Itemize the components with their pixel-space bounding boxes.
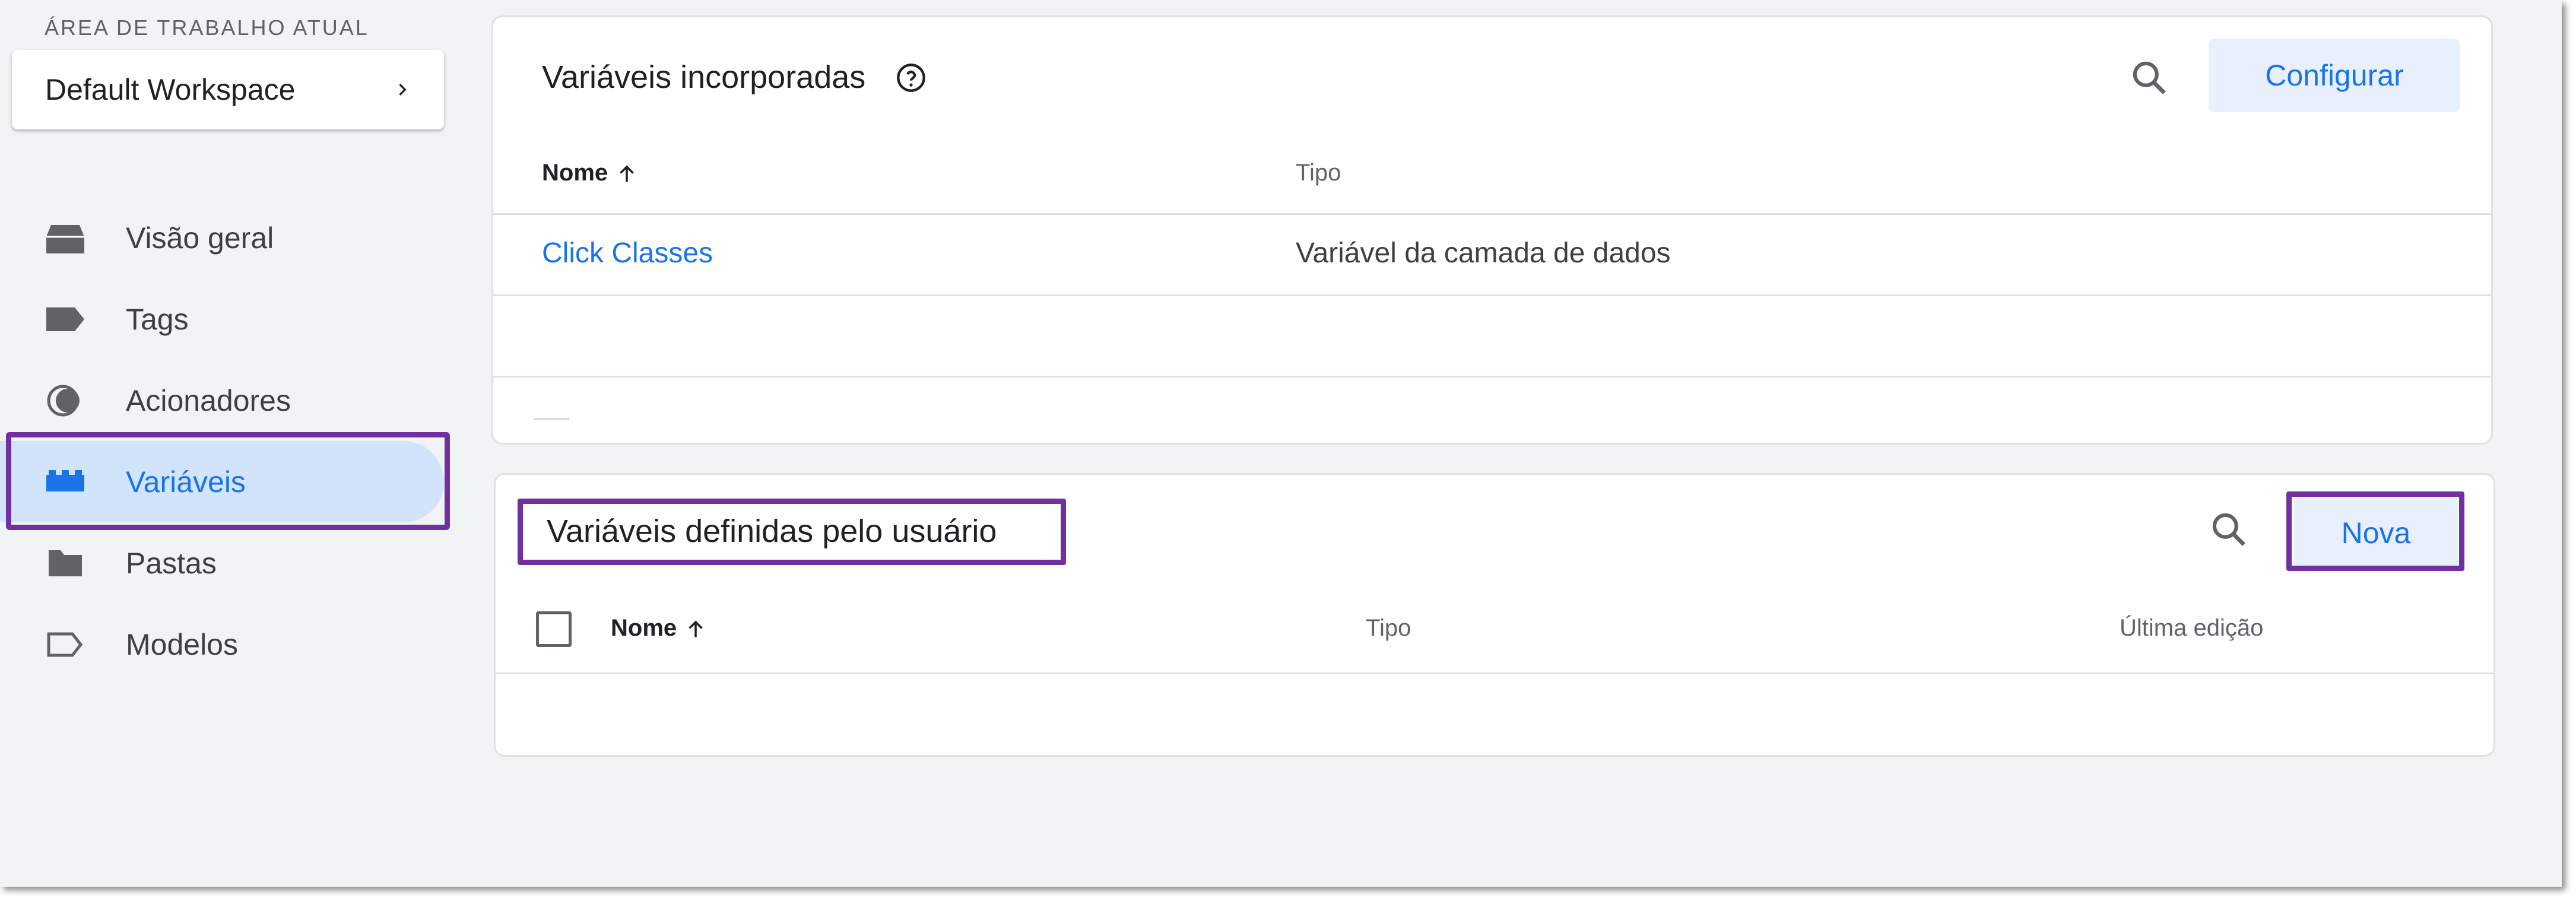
- sort-ascending-icon: [620, 165, 634, 182]
- workspace-name: Default Workspace: [45, 73, 296, 106]
- folder-icon: [49, 550, 82, 576]
- divider: [493, 294, 2491, 296]
- overview-icon: [46, 224, 84, 253]
- column-header-type: Tipo: [1296, 160, 1341, 186]
- divider: [493, 213, 2491, 215]
- help-icon[interactable]: [896, 62, 927, 93]
- variables-highlight-box: [6, 432, 450, 530]
- variable-name-link[interactable]: Click Classes: [542, 237, 713, 269]
- search-icon[interactable]: [2129, 58, 2169, 98]
- variable-type: Variável da camada de dados: [1296, 237, 1671, 269]
- divider: [496, 672, 2493, 674]
- sidebar-item-triggers[interactable]: Acionadores: [0, 360, 463, 441]
- pagination-placeholder: [534, 418, 569, 420]
- search-icon[interactable]: [2209, 509, 2249, 550]
- configure-button[interactable]: Configurar: [2209, 39, 2460, 112]
- workspace-selector[interactable]: Default Workspace: [12, 50, 444, 129]
- sidebar-item-label: Pastas: [126, 546, 217, 580]
- chevron-right-icon: [399, 84, 407, 96]
- sort-ascending-icon: [689, 620, 703, 637]
- sidebar-item-label: Acionadores: [126, 383, 291, 417]
- sidebar-item-tags[interactable]: Tags: [0, 278, 463, 360]
- column-header-name[interactable]: Nome: [611, 615, 706, 642]
- builtin-variables-title: Variáveis incorporadas: [542, 59, 866, 95]
- sidebar-item-templates[interactable]: Modelos: [0, 604, 463, 685]
- column-header-type: Tipo: [1366, 615, 1411, 641]
- sidebar-item-overview[interactable]: Visão geral: [0, 197, 463, 278]
- app-frame: ÁREA DE TRABALHO ATUAL Default Workspace…: [0, 0, 2562, 887]
- sidebar-item-label: Visão geral: [126, 221, 274, 255]
- sidebar-item-folders[interactable]: Pastas: [0, 522, 463, 604]
- tag-icon: [46, 307, 84, 331]
- sidebar-item-label: Tags: [126, 302, 189, 336]
- builtin-variables-card: Variáveis incorporadas Configurar Nome T…: [491, 15, 2493, 445]
- divider: [493, 376, 2491, 377]
- trigger-icon: [47, 385, 80, 416]
- title-highlight-box: [518, 499, 1066, 565]
- template-icon: [47, 632, 83, 656]
- select-all-checkbox[interactable]: [536, 611, 572, 647]
- column-header-last-edited: Última edição: [2120, 615, 2264, 641]
- column-header-name[interactable]: Nome: [542, 160, 637, 186]
- sidebar-item-label: Modelos: [126, 627, 238, 661]
- new-button-highlight-box: [2286, 491, 2464, 571]
- workspace-label: ÁREA DE TRABALHO ATUAL: [45, 15, 369, 40]
